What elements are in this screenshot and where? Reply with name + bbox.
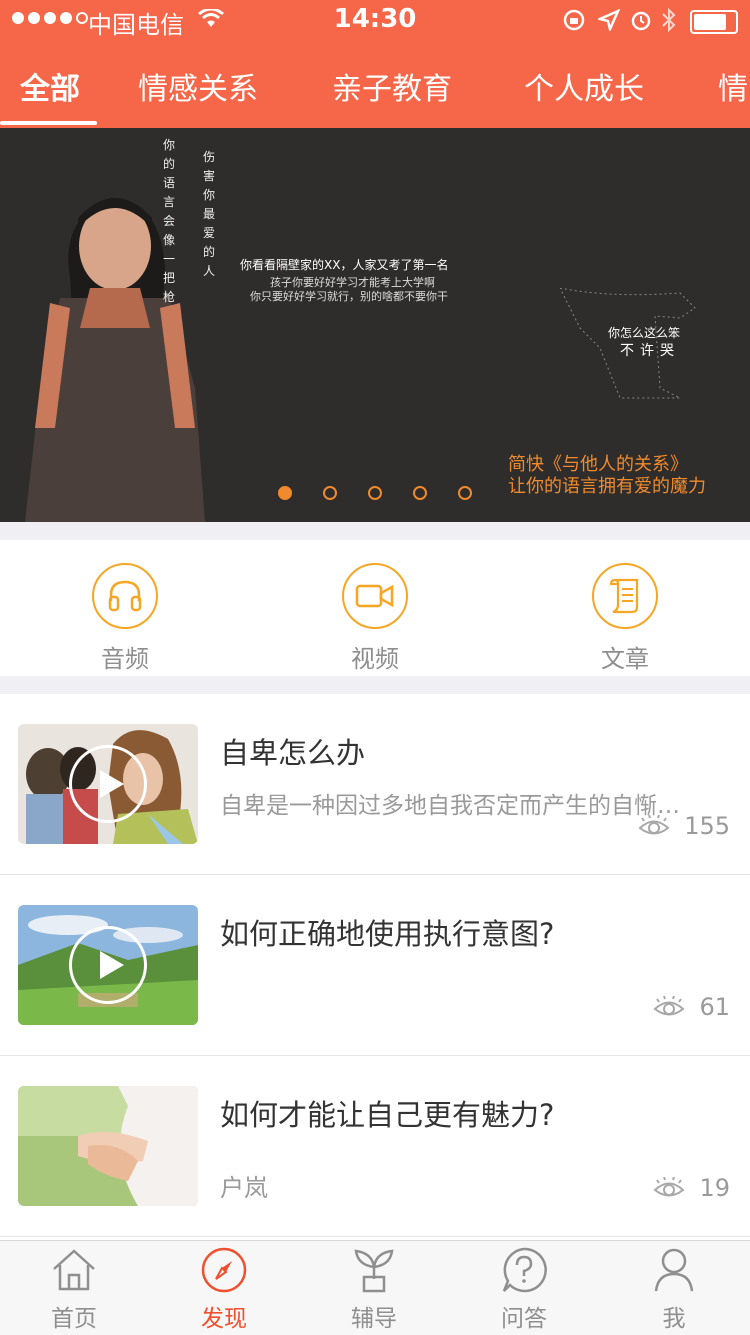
play-icon[interactable] bbox=[69, 745, 147, 823]
carousel-dot-2[interactable] bbox=[323, 486, 337, 500]
status-bar: 中国电信 14:30 bbox=[0, 0, 750, 40]
article-author: 户岚 bbox=[220, 1174, 268, 1202]
video-camera-icon bbox=[342, 563, 408, 629]
banner-vertical-text-2: 伤害你最爱的人 bbox=[203, 150, 216, 278]
category-audio-label: 音频 bbox=[101, 645, 149, 673]
carousel-dot-1[interactable] bbox=[278, 486, 292, 500]
tab-all[interactable]: 全部 bbox=[20, 64, 80, 108]
battery-icon bbox=[690, 10, 738, 34]
nav-qa[interactable]: 问答 bbox=[464, 1247, 584, 1333]
rotation-lock-icon bbox=[563, 9, 585, 31]
section-divider bbox=[0, 522, 750, 540]
banner-vertical-text-1: 你的语言会像一把枪 bbox=[163, 138, 176, 304]
question-icon bbox=[502, 1247, 547, 1293]
category-tabs: 全部 情感关系 亲子教育 个人成长 情 bbox=[0, 40, 750, 128]
article-thumbnail bbox=[18, 724, 198, 844]
article-thumbnail bbox=[18, 1086, 198, 1206]
tab-indicator bbox=[0, 121, 97, 125]
eye-icon bbox=[653, 1177, 685, 1197]
carousel-dot-4[interactable] bbox=[413, 486, 427, 500]
nav-qa-label: 问答 bbox=[501, 1306, 547, 1332]
location-icon bbox=[598, 9, 620, 31]
nav-coaching-label: 辅导 bbox=[351, 1306, 397, 1332]
scroll-icon bbox=[592, 563, 658, 629]
article-title: 如何正确地使用执行意图? bbox=[220, 917, 555, 951]
list-item[interactable]: 自卑怎么办 自卑是一种因过多地自我否定而产生的自惭… 155 bbox=[0, 694, 750, 875]
category-article[interactable]: 文章 bbox=[565, 563, 685, 674]
carousel-dot-3[interactable] bbox=[368, 486, 382, 500]
eye-icon bbox=[638, 815, 670, 835]
article-thumbnail bbox=[18, 905, 198, 1025]
section-divider bbox=[0, 676, 750, 694]
article-title: 如何才能让自己更有魅力? bbox=[220, 1098, 555, 1132]
view-count: 61 bbox=[653, 993, 730, 1021]
nav-home[interactable]: 首页 bbox=[14, 1247, 134, 1333]
person-icon bbox=[654, 1248, 694, 1292]
view-count-value: 61 bbox=[699, 993, 730, 1021]
tab-personal-growth[interactable]: 个人成长 bbox=[524, 64, 644, 108]
view-count: 19 bbox=[653, 1174, 730, 1202]
nav-me-label: 我 bbox=[662, 1306, 686, 1332]
banner-caption-line2: 让你的语言拥有爱的魔力 bbox=[508, 476, 706, 497]
banner-scatter-text-5: 你只要好好学习就行，别的啥都不要你干 bbox=[250, 290, 448, 303]
banner-scatter-text-1: 你看看隔壁家的XX，人家又考了第一名 bbox=[240, 258, 449, 272]
category-audio[interactable]: 音频 bbox=[65, 563, 185, 674]
category-video[interactable]: 视频 bbox=[315, 563, 435, 674]
nav-discover-label: 发现 bbox=[201, 1306, 247, 1332]
sprout-icon bbox=[354, 1249, 394, 1293]
article-title: 自卑怎么办 bbox=[220, 736, 366, 770]
headphones-icon bbox=[92, 563, 158, 629]
list-item[interactable]: 如何才能让自己更有魅力? 户岚 19 bbox=[0, 1056, 750, 1237]
bluetooth-icon bbox=[662, 7, 676, 33]
nav-discover[interactable]: 发现 bbox=[164, 1247, 284, 1333]
category-video-label: 视频 bbox=[351, 645, 399, 673]
alarm-icon bbox=[631, 11, 651, 31]
view-count-value: 19 bbox=[699, 1174, 730, 1202]
compass-icon bbox=[201, 1247, 247, 1293]
nav-coaching[interactable]: 辅导 bbox=[314, 1247, 434, 1333]
tab-parenting[interactable]: 亲子教育 bbox=[332, 64, 452, 108]
nav-home-label: 首页 bbox=[51, 1306, 97, 1332]
category-article-label: 文章 bbox=[601, 645, 649, 673]
bottom-tab-bar: 首页 发现 辅导 问答 我 bbox=[0, 1240, 750, 1335]
nav-me[interactable]: 我 bbox=[614, 1247, 734, 1333]
tab-emotion[interactable]: 情 bbox=[718, 64, 748, 108]
home-icon bbox=[53, 1249, 95, 1291]
list-item[interactable]: 如何正确地使用执行意图? 61 bbox=[0, 875, 750, 1056]
play-icon[interactable] bbox=[69, 926, 147, 1004]
view-count-value: 155 bbox=[684, 812, 730, 840]
banner-carousel[interactable]: 你的语言会像一把枪 伤害你最爱的人 你看看隔壁家的XX，人家又考了第一名 孩子你… bbox=[0, 128, 750, 522]
banner-gun-shape bbox=[560, 288, 696, 399]
carousel-dot-5[interactable] bbox=[458, 486, 472, 500]
eye-icon bbox=[653, 996, 685, 1016]
view-count: 155 bbox=[638, 812, 730, 840]
tab-relationships[interactable]: 情感关系 bbox=[138, 64, 258, 108]
